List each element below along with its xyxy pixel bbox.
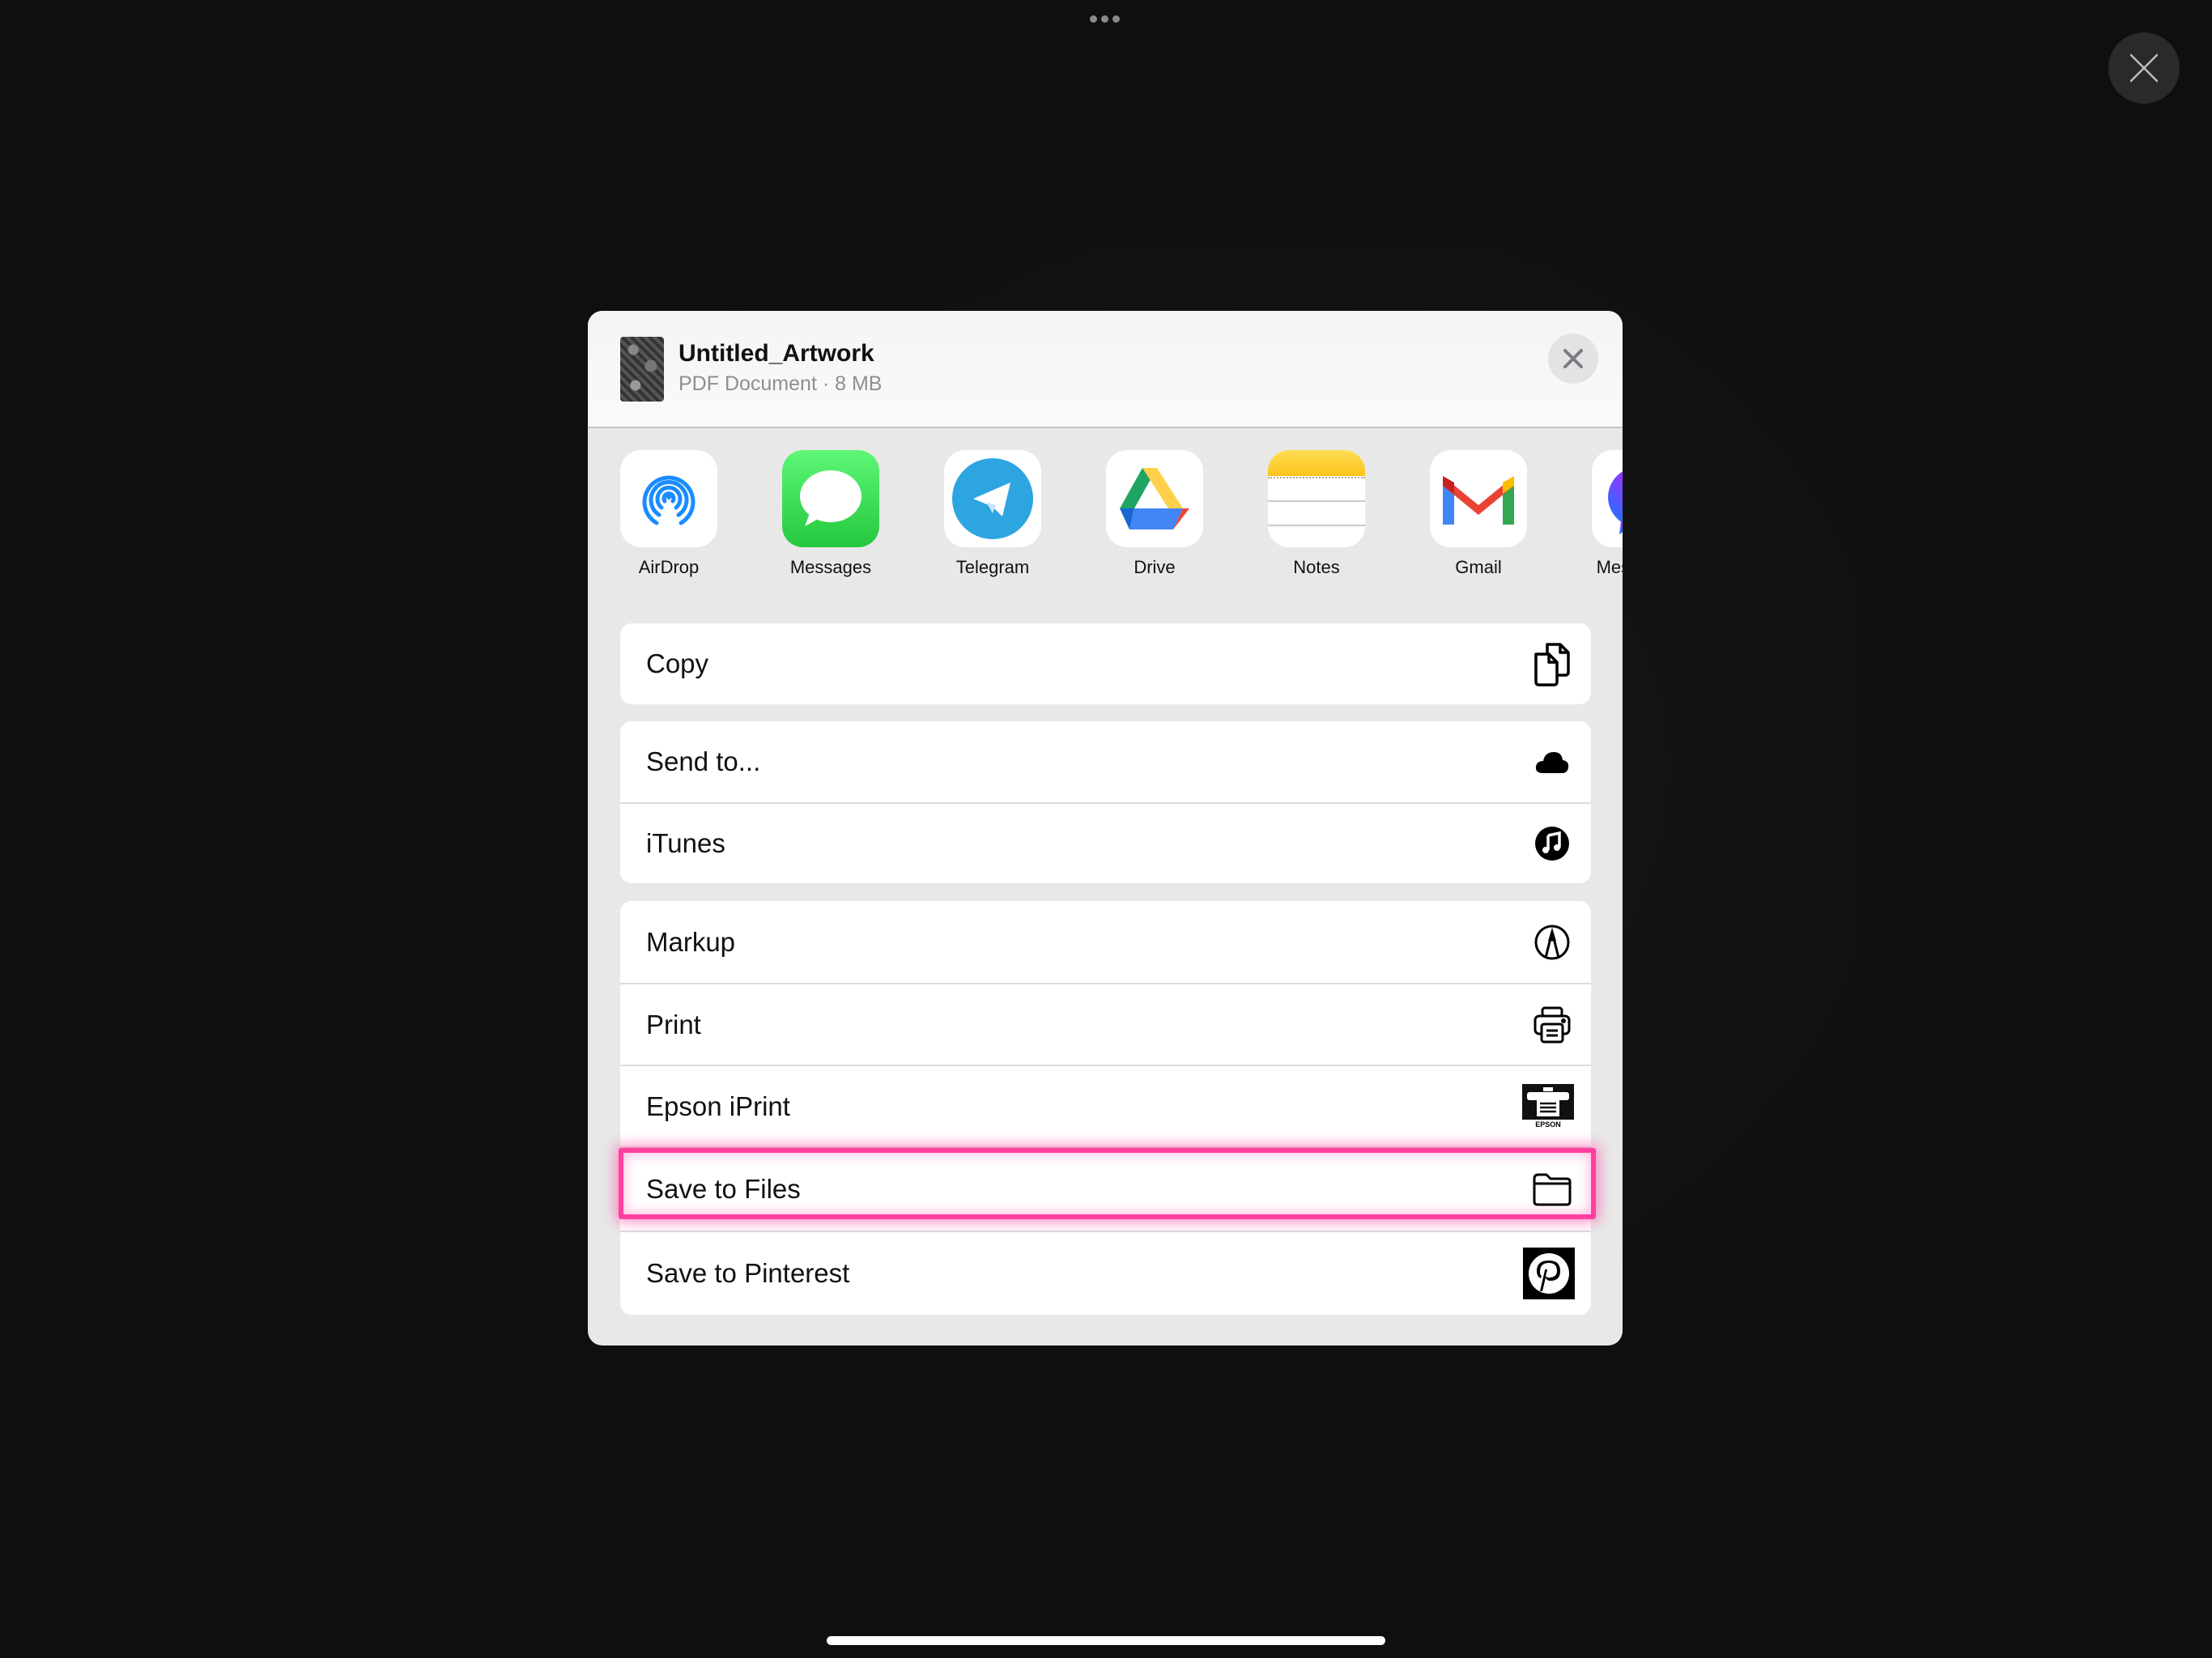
app-label: Drive	[1134, 557, 1176, 577]
app-label: Messenger	[1596, 557, 1623, 577]
app-label: Gmail	[1455, 557, 1502, 577]
action-label: Send to...	[646, 746, 761, 776]
close-share-sheet-button[interactable]	[1548, 334, 1598, 384]
copy-icon	[1529, 641, 1575, 687]
app-gmail[interactable]: Gmail	[1397, 450, 1559, 578]
dot	[1090, 15, 1097, 23]
action-itunes[interactable]: iTunes	[620, 802, 1591, 883]
close-icon	[1563, 349, 1583, 368]
share-sheet: Untitled_Artwork PDF Document · 8 MB Air…	[588, 311, 1623, 1346]
airdrop-icon[interactable]	[620, 450, 717, 547]
app-label: Telegram	[955, 557, 1030, 577]
printer-icon	[1529, 1002, 1575, 1048]
app-messenger[interactable]: Messenger	[1559, 450, 1623, 578]
action-label: Epson iPrint	[646, 1090, 790, 1121]
app-notes[interactable]: Notes	[1236, 450, 1397, 578]
pinterest-icon	[1523, 1248, 1575, 1299]
app-label: AirDrop	[638, 557, 700, 577]
dot	[1112, 15, 1120, 23]
app-label: Messages	[789, 557, 872, 577]
action-copy[interactable]: Copy	[620, 623, 1591, 704]
app-label: Notes	[1293, 557, 1340, 577]
more-options-icon[interactable]	[1090, 15, 1120, 23]
markup-icon	[1529, 920, 1575, 965]
home-indicator	[827, 1636, 1385, 1645]
action-label: Print	[646, 1009, 701, 1039]
action-group-copy: Copy	[620, 623, 1591, 704]
dot	[1101, 15, 1108, 23]
action-label: Save to Files	[646, 1174, 801, 1204]
folder-icon	[1529, 1167, 1575, 1212]
file-thumbnail	[620, 337, 664, 402]
action-markup[interactable]: Markup	[620, 901, 1591, 983]
itunes-icon	[1529, 821, 1575, 866]
gmail-icon[interactable]	[1430, 450, 1527, 547]
google-drive-icon[interactable]	[1106, 450, 1203, 547]
cloud-icon	[1529, 739, 1575, 784]
dismiss-button[interactable]	[2108, 32, 2180, 104]
close-icon	[2129, 53, 2159, 83]
app-airdrop[interactable]: AirDrop	[588, 450, 750, 578]
messages-icon[interactable]	[782, 450, 879, 547]
action-group-tools: Markup Print Epson iPrint EPSON Save to …	[620, 901, 1591, 1315]
action-epson-iprint[interactable]: Epson iPrint EPSON	[620, 1065, 1591, 1146]
epson-iprint-icon: EPSON	[1521, 1080, 1575, 1133]
app-telegram[interactable]: Telegram	[912, 450, 1074, 578]
action-save-to-files[interactable]: Save to Files	[620, 1146, 1591, 1231]
action-label: iTunes	[646, 828, 725, 858]
action-label: Markup	[646, 926, 736, 957]
action-save-to-pinterest[interactable]: Save to Pinterest	[620, 1231, 1591, 1315]
app-drive[interactable]: Drive	[1074, 450, 1236, 578]
file-title: Untitled_Artwork	[678, 340, 874, 367]
notes-icon[interactable]	[1268, 450, 1365, 547]
file-subtitle: PDF Document · 8 MB	[678, 372, 883, 395]
telegram-icon[interactable]	[944, 450, 1041, 547]
action-send-to[interactable]: Send to...	[620, 721, 1591, 802]
messenger-icon[interactable]	[1592, 450, 1623, 547]
action-label: Save to Pinterest	[646, 1258, 850, 1288]
app-messages[interactable]: Messages	[750, 450, 912, 578]
action-group-send: Send to... iTunes	[620, 721, 1591, 883]
action-print[interactable]: Print	[620, 983, 1591, 1065]
share-sheet-header: Untitled_Artwork PDF Document · 8 MB	[588, 311, 1623, 428]
app-share-row: AirDrop Messages Telegram Drive Notes Gm…	[588, 450, 1623, 577]
action-label: Copy	[646, 648, 709, 678]
